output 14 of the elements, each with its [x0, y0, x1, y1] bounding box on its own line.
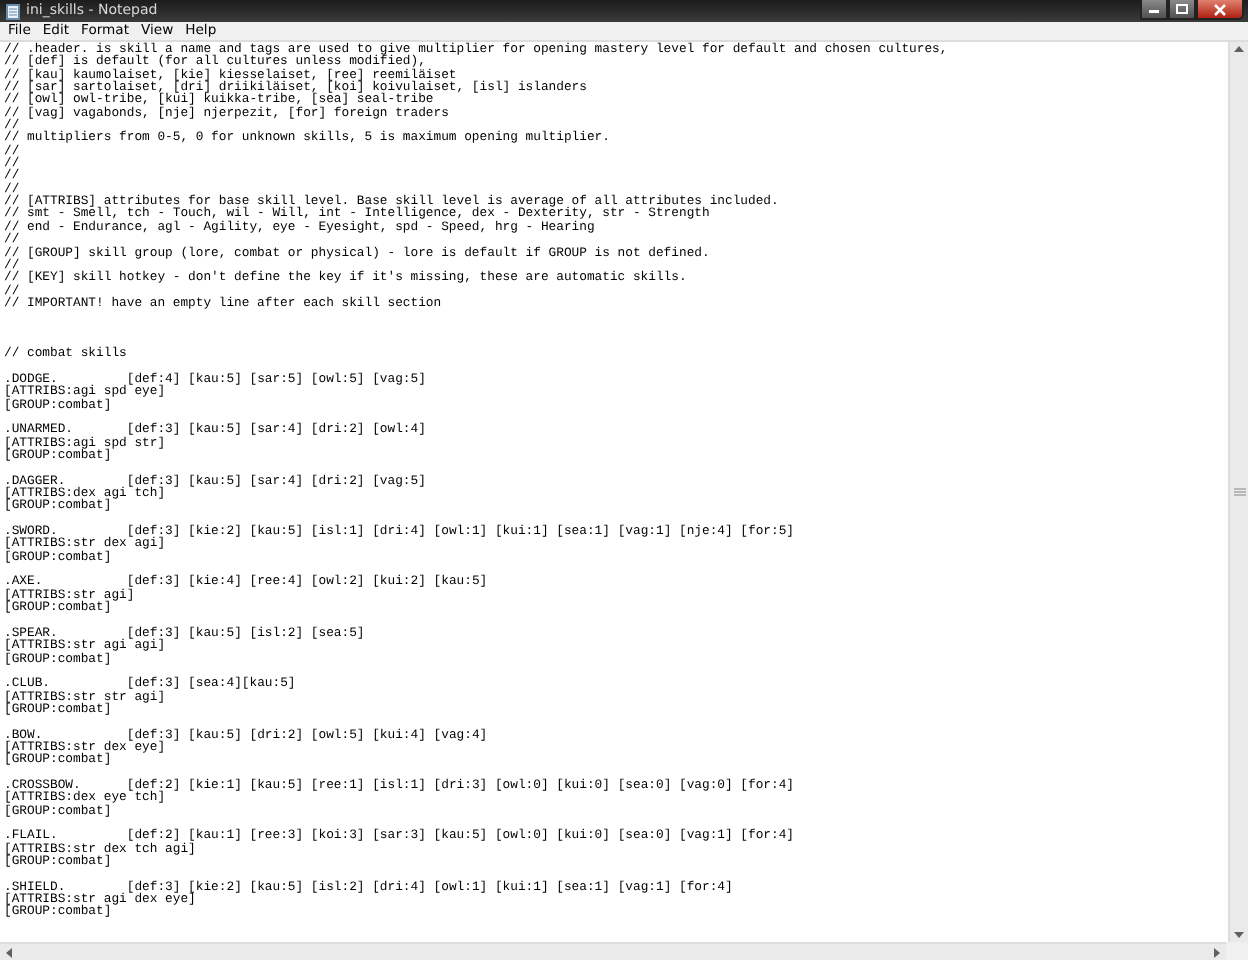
maximize-icon	[1176, 4, 1188, 14]
scroll-left-icon[interactable]	[6, 947, 12, 957]
close-button[interactable]	[1196, 0, 1244, 20]
minimize-icon	[1148, 5, 1160, 13]
horizontal-scrollbar[interactable]	[0, 942, 1226, 960]
close-icon	[1214, 3, 1226, 15]
vertical-scrollbar[interactable]	[1228, 42, 1248, 942]
scrollbar-corner	[1226, 942, 1248, 960]
grip-icon	[1233, 488, 1245, 496]
scroll-up-icon[interactable]	[1234, 46, 1244, 52]
minimize-button[interactable]	[1140, 0, 1168, 20]
scroll-right-icon[interactable]	[1214, 947, 1220, 957]
maximize-button[interactable]	[1168, 0, 1196, 20]
scroll-down-icon[interactable]	[1234, 932, 1244, 938]
